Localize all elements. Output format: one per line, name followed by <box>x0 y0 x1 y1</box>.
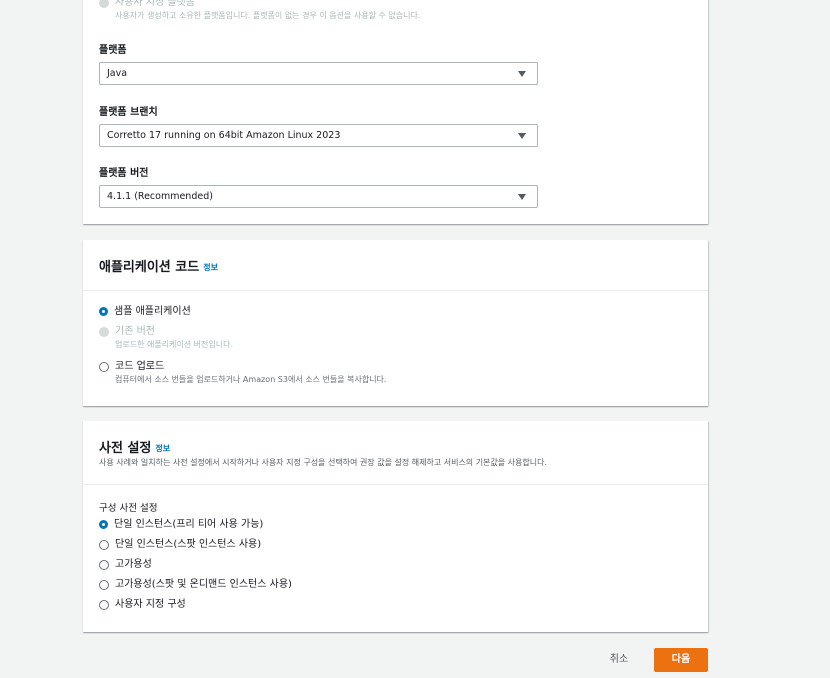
radio-single-instance-spot-label: 단일 인스턴스(스팟 인스턴스 사용) <box>115 539 262 550</box>
radio-sample-application[interactable]: 샘플 애플리케이션 <box>99 305 191 319</box>
radio-single-instance-free-tier[interactable]: 단일 인스턴스(프리 티어 사용 가능) <box>99 518 263 532</box>
radio-existing-version-description: 업로드한 애플리케이션 버전입니다. <box>115 340 234 349</box>
next-button[interactable]: 다음 <box>654 648 708 672</box>
radio-high-availability-spot-on-demand-indicator[interactable] <box>99 580 109 590</box>
platform-panel: 사용자 지정 플랫폼 사용자가 생성하고 소유한 플랫폼입니다. 플랫폼이 없는… <box>83 0 708 224</box>
radio-single-instance-spot[interactable]: 단일 인스턴스(스팟 인스턴스 사용) <box>99 538 261 552</box>
radio-existing-version-indicator[interactable] <box>99 327 109 337</box>
application-code-title-text: 애플리케이션 코드 <box>99 260 200 275</box>
platform-select-value: Java <box>107 68 128 79</box>
preset-group-label: 구성 사전 설정 <box>99 503 158 514</box>
platform-version-select-value: 4.1.1 (Recommended) <box>107 191 213 202</box>
radio-high-availability-spot-on-demand-label: 고가용성(스팟 및 온디맨드 인스턴스 사용) <box>115 579 292 590</box>
radio-high-availability[interactable]: 고가용성 <box>99 558 152 572</box>
radio-custom-configuration[interactable]: 사용자 지정 구성 <box>99 598 186 612</box>
radio-single-instance-free-tier-label: 단일 인스턴스(프리 티어 사용 가능) <box>114 519 264 530</box>
radio-custom-configuration-label: 사용자 지정 구성 <box>115 599 186 610</box>
radio-upload-code-description: 컴퓨터에서 소스 번들을 업로드하거나 Amazon S3에서 소스 번들을 복… <box>115 375 387 384</box>
radio-high-availability-spot-on-demand[interactable]: 고가용성(스팟 및 온디맨드 인스턴스 사용) <box>99 578 292 592</box>
presets-panel: 사전 설정 정보 사용 사례와 일치하는 사전 설정에서 시작하거나 사용자 지정… <box>83 421 708 632</box>
platform-version-label: 플랫폼 버전 <box>99 168 149 179</box>
platform-select[interactable]: Java <box>99 62 538 85</box>
platform-version-select[interactable]: 4.1.1 (Recommended) <box>99 185 538 208</box>
presets-header: 사전 설정 정보 사용 사례와 일치하는 사전 설정에서 시작하거나 사용자 지정… <box>83 421 708 485</box>
caret-down-icon <box>518 194 526 200</box>
radio-custom-platform-label: 사용자 지정 플랫폼 <box>115 0 195 8</box>
presets-title-text: 사전 설정 <box>99 441 152 456</box>
caret-down-icon <box>518 133 526 139</box>
application-code-header: 애플리케이션 코드 정보 <box>83 240 708 291</box>
radio-custom-configuration-indicator[interactable] <box>99 600 109 610</box>
cancel-button[interactable]: 취소 <box>601 649 637 671</box>
radio-upload-code-label: 코드 업로드 <box>115 361 165 372</box>
radio-sample-application-indicator[interactable] <box>99 307 108 316</box>
radio-custom-platform-description: 사용자가 생성하고 소유한 플랫폼입니다. 플랫폼이 없는 경우 이 옵션을 사… <box>115 11 421 20</box>
radio-upload-code[interactable]: 코드 업로드 컴퓨터에서 소스 번들을 업로드하거나 Amazon S3에서 소… <box>99 360 386 385</box>
radio-single-instance-spot-indicator[interactable] <box>99 540 109 550</box>
presets-title: 사전 설정 정보 <box>99 437 170 456</box>
radio-high-availability-label: 고가용성 <box>115 559 152 570</box>
platform-branch-select[interactable]: Corretto 17 running on 64bit Amazon Linu… <box>99 124 538 147</box>
radio-high-availability-indicator[interactable] <box>99 560 109 570</box>
presets-info-link[interactable]: 정보 <box>155 444 170 453</box>
application-code-info-link[interactable]: 정보 <box>203 263 218 272</box>
radio-upload-code-indicator[interactable] <box>99 362 109 372</box>
radio-custom-platform[interactable]: 사용자 지정 플랫폼 사용자가 생성하고 소유한 플랫폼입니다. 플랫폼이 없는… <box>99 0 420 21</box>
radio-single-instance-free-tier-indicator[interactable] <box>99 520 108 529</box>
radio-existing-version[interactable]: 기존 버전 업로드한 애플리케이션 버전입니다. <box>99 325 233 350</box>
platform-label: 플랫폼 <box>99 45 127 56</box>
caret-down-icon <box>518 71 526 77</box>
platform-branch-select-value: Corretto 17 running on 64bit Amazon Linu… <box>107 130 341 141</box>
platform-branch-label: 플랫폼 브랜치 <box>99 107 158 118</box>
radio-sample-application-label: 샘플 애플리케이션 <box>114 306 191 317</box>
radio-custom-platform-indicator[interactable] <box>99 0 109 8</box>
application-code-panel: 애플리케이션 코드 정보 샘플 애플리케이션 기존 버전 업로드한 애플리케이션 … <box>83 240 708 406</box>
radio-existing-version-label: 기존 버전 <box>115 326 155 337</box>
application-code-title: 애플리케이션 코드 정보 <box>99 256 218 275</box>
presets-description: 사용 사례와 일치하는 사전 설정에서 시작하거나 사용자 지정 구성을 선택하… <box>99 458 548 467</box>
